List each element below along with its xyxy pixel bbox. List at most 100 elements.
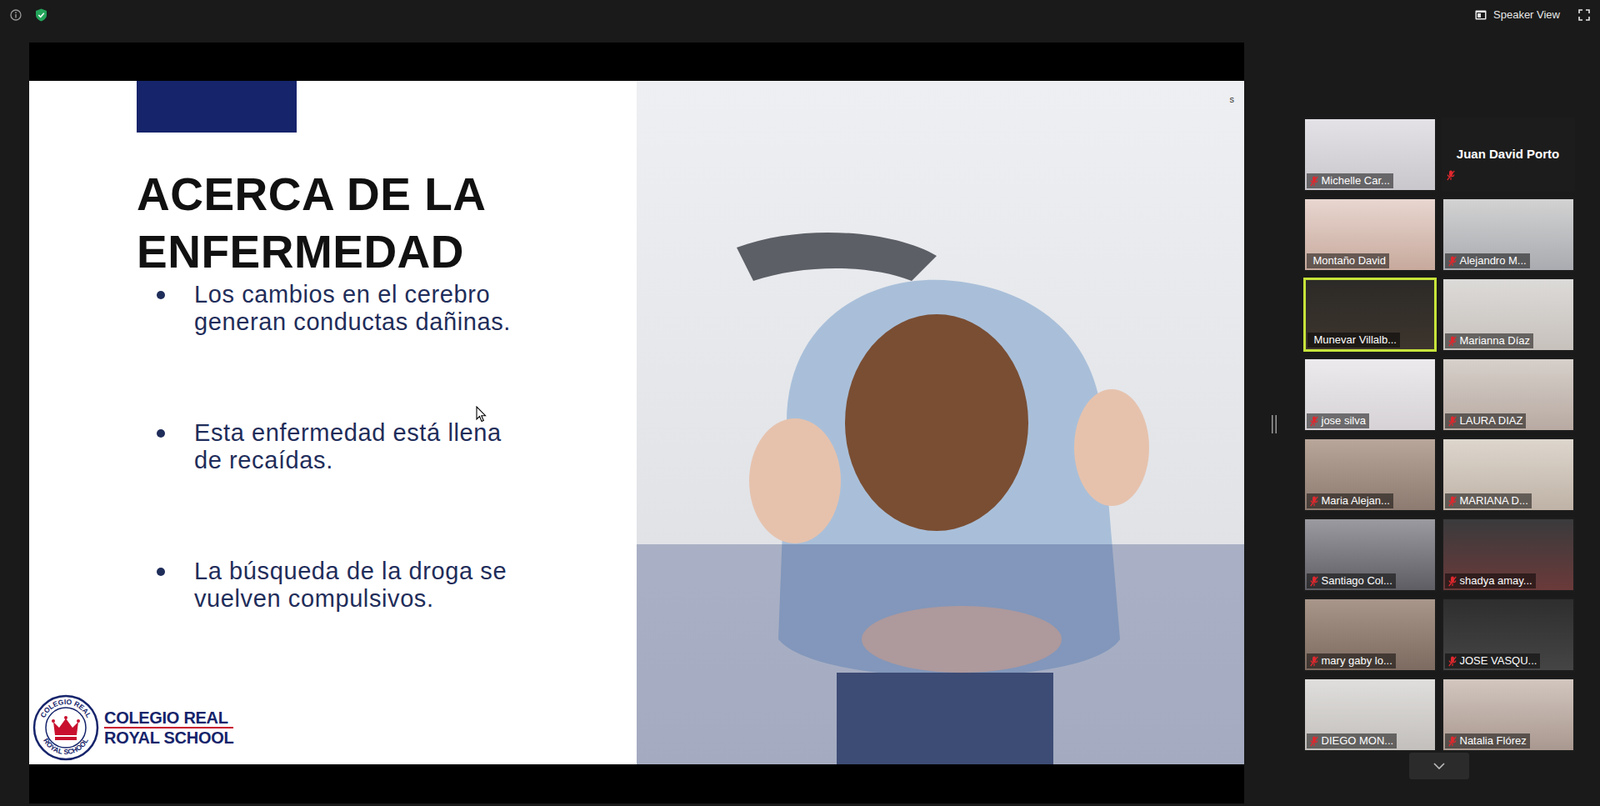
participant-label: LAURA DIAZ xyxy=(1445,413,1527,429)
bullet-text: La búsqueda de la droga se vuelven compu… xyxy=(194,557,536,613)
participant-tile[interactable]: Montaño David xyxy=(1303,197,1437,272)
mic-status xyxy=(1448,655,1457,667)
participant-tile[interactable]: Maria Alejan... xyxy=(1303,437,1437,512)
security-shield-icon[interactable] xyxy=(35,8,48,22)
participant-tile[interactable]: mary gaby lo... xyxy=(1303,597,1437,672)
speaker-view-label: Speaker View xyxy=(1493,6,1560,24)
muted-mic-icon xyxy=(1448,735,1457,747)
muted-mic-icon xyxy=(1310,415,1319,427)
gallery-next-button[interactable] xyxy=(1409,752,1470,780)
school-logo: COLEGIO REALROYAL SCHOOL COLEGIO REAL RO… xyxy=(29,694,637,765)
mic-status xyxy=(1310,495,1319,507)
participant-label: DIEGO MON... xyxy=(1306,733,1398,749)
muted-mic-icon xyxy=(1448,335,1457,347)
slide-corner-mark: s xyxy=(1230,92,1235,107)
participant-tile[interactable]: Natalia Flórez xyxy=(1441,677,1575,752)
mic-status xyxy=(1448,335,1457,347)
muted-mic-icon xyxy=(1448,655,1457,667)
participant-mic-corner xyxy=(1446,166,1459,187)
fullscreen-icon[interactable] xyxy=(1578,9,1590,21)
screen-share: ACERCA DE LA ENFERMEDAD Los cambios en e… xyxy=(29,42,1245,804)
participant-tile[interactable]: DIEGO MON... xyxy=(1303,677,1437,752)
participant-tile[interactable]: Michelle Car... xyxy=(1303,117,1437,192)
photo-overlay-band xyxy=(636,544,1245,765)
participant-name: Maria Alejan... xyxy=(1321,494,1390,508)
participant-tile[interactable]: Santiago Col... xyxy=(1303,517,1437,592)
participant-label: Natalia Flórez xyxy=(1445,733,1530,749)
slide-accent-block xyxy=(136,80,297,133)
mic-status xyxy=(1310,575,1319,587)
participant-gallery: Michelle Car... Juan David Porto Montaño D… xyxy=(1303,42,1575,806)
mic-status xyxy=(1446,170,1455,181)
participant-tile[interactable]: MARIANA D... xyxy=(1441,437,1575,512)
participant-tile[interactable]: Marianna Díaz xyxy=(1441,277,1575,352)
speaker-view-button[interactable]: Speaker View xyxy=(1470,5,1565,25)
muted-mic-icon xyxy=(1310,735,1319,747)
top-left-icons xyxy=(10,8,48,22)
participant-tile[interactable]: LAURA DIAZ xyxy=(1441,357,1575,432)
muted-mic-icon xyxy=(1310,575,1319,587)
mouse-cursor-icon xyxy=(475,405,487,423)
participant-label: MARIANA D... xyxy=(1445,493,1532,509)
participant-label: Montaño David xyxy=(1306,253,1390,269)
participant-label: Santiago Col... xyxy=(1306,573,1396,589)
muted-mic-icon xyxy=(1448,255,1457,267)
participant-tile[interactable]: Alejandro M... xyxy=(1441,197,1575,272)
participant-name: JOSE VASQU... xyxy=(1460,654,1538,668)
participant-name: MARIANA D... xyxy=(1460,494,1529,508)
participant-grid: Michelle Car... Juan David Porto Montaño D… xyxy=(1303,117,1575,752)
mic-status xyxy=(1310,175,1319,187)
participant-name: shadya amay... xyxy=(1460,574,1533,588)
participant-tile[interactable]: Munevar Villalb... xyxy=(1303,277,1437,352)
mic-status xyxy=(1448,495,1457,507)
chevron-down-icon xyxy=(1433,762,1445,770)
bullet-list: Los cambios en el cerebro generan conduc… xyxy=(136,280,637,613)
participant-label: JOSE VASQU... xyxy=(1445,653,1541,669)
muted-mic-icon xyxy=(1310,495,1319,507)
participant-name: LAURA DIAZ xyxy=(1460,414,1524,428)
participant-tile[interactable]: jose silva xyxy=(1303,357,1437,432)
muted-mic-icon xyxy=(1448,575,1457,587)
muted-mic-icon xyxy=(1310,655,1319,667)
slide-bullet: Los cambios en el cerebro generan conduc… xyxy=(156,280,637,336)
bullet-text: Los cambios en el cerebro generan conduc… xyxy=(194,280,536,336)
participant-name: Santiago Col... xyxy=(1321,574,1393,588)
muted-mic-icon xyxy=(1448,415,1457,427)
mic-status xyxy=(1310,415,1319,427)
school-name: COLEGIO REAL ROYAL SCHOOL xyxy=(104,708,234,747)
top-right-controls: Speaker View xyxy=(1470,5,1590,25)
participant-tile[interactable]: JOSE VASQU... xyxy=(1441,597,1575,672)
participant-name: Munevar Villalb... xyxy=(1314,333,1397,347)
mic-status xyxy=(1310,655,1319,667)
drag-handle-icon[interactable] xyxy=(1271,415,1277,434)
participant-label: Michelle Car... xyxy=(1306,173,1394,189)
participant-label: Alejandro M... xyxy=(1445,253,1530,269)
slide-bullet: Esta enfermedad está llena de recaídas. xyxy=(156,419,637,475)
mic-status xyxy=(1448,735,1457,747)
slide-content: ACERCA DE LA ENFERMEDAD Los cambios en e… xyxy=(29,80,637,613)
muted-mic-icon xyxy=(1448,495,1457,507)
slide-photo: s xyxy=(636,80,1245,765)
participant-label: Maria Alejan... xyxy=(1306,493,1394,509)
participant-name: Alejandro M... xyxy=(1460,254,1527,268)
participant-tile[interactable]: shadya amay... xyxy=(1441,517,1575,592)
participant-name: jose silva xyxy=(1321,414,1366,428)
bullet-dot-icon xyxy=(156,567,165,576)
participant-label: jose silva xyxy=(1306,413,1370,429)
slide: ACERCA DE LA ENFERMEDAD Los cambios en e… xyxy=(29,80,1245,765)
participant-name: mary gaby lo... xyxy=(1321,654,1393,668)
top-bar: Speaker View xyxy=(0,0,1600,30)
bullet-dot-icon xyxy=(156,290,165,300)
view-grid-icon xyxy=(1475,10,1487,20)
participant-name: Juan David Porto xyxy=(1456,145,1560,165)
panel-resize-handle[interactable] xyxy=(1244,42,1304,806)
info-icon[interactable] xyxy=(10,9,22,21)
mic-status xyxy=(1448,415,1457,427)
participant-label: Marianna Díaz xyxy=(1445,333,1535,349)
participant-name-center: Juan David Porto xyxy=(1443,119,1574,190)
participant-name: DIEGO MON... xyxy=(1321,734,1395,748)
bullet-text: Esta enfermedad está llena de recaídas. xyxy=(194,419,536,475)
school-name-line1: COLEGIO REAL xyxy=(104,708,234,727)
slide-title: ACERCA DE LA ENFERMEDAD xyxy=(136,165,529,281)
participant-tile[interactable]: Juan David Porto xyxy=(1441,117,1575,192)
